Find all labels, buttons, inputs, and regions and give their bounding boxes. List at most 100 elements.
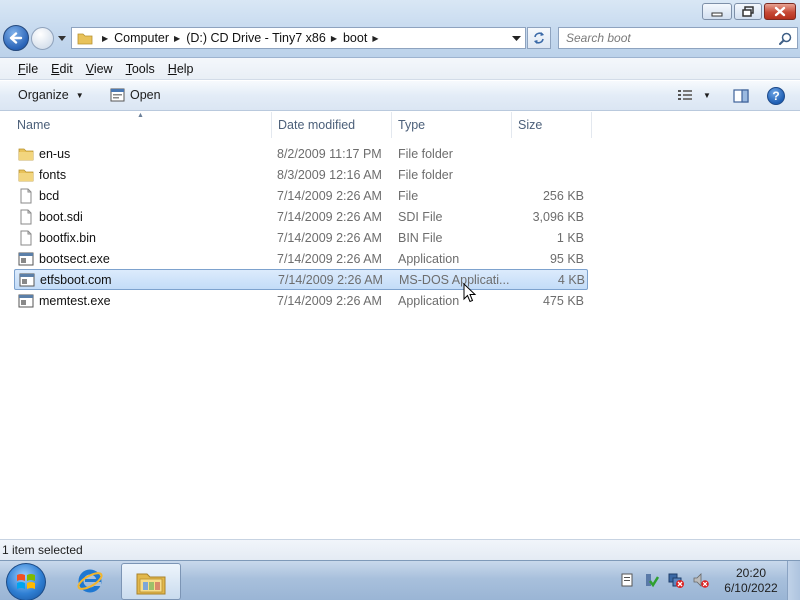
file-name: boot.sdi bbox=[39, 209, 83, 224]
file-row[interactable]: bootsect.exe 7/14/2009 2:26 AM Application… bbox=[14, 248, 588, 269]
breadcrumb-arrow-icon[interactable]: ▶ bbox=[102, 34, 108, 43]
column-header-name[interactable]: Name bbox=[10, 112, 272, 138]
breadcrumb-arrow-icon[interactable]: ▶ bbox=[331, 34, 337, 43]
organize-label: Organize bbox=[18, 88, 69, 102]
internet-explorer-icon bbox=[77, 569, 103, 593]
file-type-cell: MS-DOS Applicati... bbox=[399, 272, 510, 287]
folder-icon bbox=[77, 33, 93, 44]
menu-view[interactable]: View bbox=[86, 62, 113, 76]
file-row[interactable]: boot.sdi 7/14/2009 2:26 AM SDI File 3,096 K… bbox=[14, 206, 588, 227]
minimize-icon bbox=[711, 12, 723, 16]
help-button[interactable]: ? bbox=[767, 87, 785, 105]
show-desktop-button[interactable] bbox=[787, 561, 800, 600]
status-bar: 1 item selected bbox=[0, 539, 800, 560]
address-dropdown-icon[interactable] bbox=[512, 36, 521, 42]
menu-tools[interactable]: Tools bbox=[126, 62, 155, 76]
change-view-button[interactable]: ▼ bbox=[677, 89, 711, 101]
details-view-icon bbox=[678, 90, 692, 100]
restore-icon bbox=[742, 6, 754, 17]
start-button[interactable] bbox=[6, 563, 46, 600]
maximize-button[interactable] bbox=[734, 3, 762, 20]
preview-pane-icon[interactable] bbox=[733, 89, 749, 103]
file-name-cell[interactable]: en-us bbox=[18, 143, 268, 164]
taskbar: 20:20 6/10/2022 bbox=[0, 560, 800, 600]
file-name-cell[interactable]: bootsect.exe bbox=[18, 248, 268, 269]
minimize-button[interactable] bbox=[702, 3, 732, 20]
windows-explorer-button[interactable] bbox=[121, 563, 181, 600]
file-name-cell[interactable]: etfsboot.com bbox=[19, 269, 269, 290]
back-arrow-icon bbox=[9, 32, 23, 44]
file-date-cell: 7/14/2009 2:26 AM bbox=[277, 251, 382, 266]
close-icon bbox=[774, 6, 786, 17]
search-icon[interactable] bbox=[779, 32, 792, 45]
refresh-button[interactable] bbox=[527, 27, 551, 49]
file-row[interactable]: en-us 8/2/2009 11:17 PM File folder bbox=[14, 143, 588, 164]
column-header-type[interactable]: Type bbox=[391, 112, 512, 138]
file-row[interactable]: etfsboot.com 7/14/2009 2:26 AM MS-DOS Appl… bbox=[14, 269, 588, 290]
folder-icon bbox=[18, 169, 34, 181]
menu-help[interactable]: Help bbox=[168, 62, 194, 76]
file-row[interactable]: memtest.exe 7/14/2009 2:26 AM Application 4… bbox=[14, 290, 588, 311]
application-icon bbox=[18, 252, 34, 265]
file-name: etfsboot.com bbox=[40, 272, 112, 287]
notes-icon[interactable] bbox=[620, 573, 634, 587]
file-name-cell[interactable]: boot.sdi bbox=[18, 206, 268, 227]
file-icon bbox=[20, 188, 32, 203]
menu-bar: File Edit View Tools Help bbox=[0, 58, 800, 80]
title-bar: ▶ Computer ▶ (D:) CD Drive - Tiny7 x86 ▶… bbox=[0, 0, 800, 58]
file-row[interactable]: bcd 7/14/2009 2:26 AM File 256 KB bbox=[14, 185, 588, 206]
help-icon: ? bbox=[772, 89, 780, 103]
search-box[interactable] bbox=[558, 27, 798, 49]
file-size-cell: 4 KB bbox=[557, 272, 585, 287]
file-icon bbox=[20, 209, 32, 224]
breadcrumb-cd-drive[interactable]: (D:) CD Drive - Tiny7 x86 bbox=[186, 31, 326, 45]
file-name: en-us bbox=[39, 146, 71, 161]
organize-button[interactable]: Organize ▼ bbox=[18, 88, 84, 102]
file-name-cell[interactable]: bootfix.bin bbox=[18, 227, 268, 248]
application-icon bbox=[18, 294, 34, 307]
file-date-cell: 8/3/2009 12:16 AM bbox=[277, 167, 382, 182]
back-button[interactable] bbox=[3, 25, 29, 51]
breadcrumb-arrow-icon[interactable]: ▶ bbox=[372, 34, 378, 43]
file-row[interactable]: fonts 8/3/2009 12:16 AM File folder bbox=[14, 164, 588, 185]
breadcrumb-boot[interactable]: boot bbox=[343, 31, 367, 45]
file-size-cell: 256 KB bbox=[542, 188, 584, 203]
file-type-cell: Application bbox=[398, 251, 460, 266]
status-text: 1 item selected bbox=[2, 543, 83, 557]
column-header-size[interactable]: Size bbox=[511, 112, 592, 138]
file-name: bootfix.bin bbox=[39, 230, 96, 245]
menu-edit[interactable]: Edit bbox=[51, 62, 73, 76]
file-row[interactable]: bootfix.bin 7/14/2009 2:26 AM BIN File 1 KB bbox=[14, 227, 588, 248]
file-name-cell[interactable]: fonts bbox=[18, 164, 268, 185]
file-size-cell bbox=[514, 143, 584, 164]
mouse-cursor-icon bbox=[463, 283, 477, 303]
file-name: memtest.exe bbox=[39, 293, 111, 308]
clock[interactable]: 20:20 6/10/2022 bbox=[718, 566, 784, 596]
file-name-cell[interactable]: bcd bbox=[18, 185, 268, 206]
file-name-cell[interactable]: memtest.exe bbox=[18, 290, 268, 311]
file-date-cell: 7/14/2009 2:26 AM bbox=[277, 209, 382, 224]
open-button[interactable]: Open bbox=[110, 87, 161, 102]
volume-muted-icon[interactable] bbox=[693, 572, 709, 588]
file-type-cell: Application bbox=[398, 293, 460, 308]
breadcrumb-arrow-icon[interactable]: ▶ bbox=[174, 34, 180, 43]
file-date-cell: 7/14/2009 2:26 AM bbox=[277, 188, 382, 203]
menu-file[interactable]: File bbox=[18, 62, 38, 76]
recent-pages-dropdown-icon[interactable] bbox=[57, 33, 67, 43]
address-bar[interactable]: ▶ Computer ▶ (D:) CD Drive - Tiny7 x86 ▶… bbox=[71, 27, 526, 49]
network-error-icon[interactable] bbox=[668, 572, 684, 588]
chevron-down-icon: ▼ bbox=[703, 90, 711, 100]
folder-library-icon bbox=[136, 573, 166, 594]
internet-explorer-button[interactable] bbox=[70, 564, 110, 598]
forward-button[interactable] bbox=[31, 27, 54, 50]
file-size-cell bbox=[514, 164, 584, 185]
clock-date: 6/10/2022 bbox=[724, 581, 778, 595]
folder-icon bbox=[18, 148, 34, 160]
close-button[interactable] bbox=[764, 3, 796, 20]
column-header-date-modified[interactable]: Date modified bbox=[271, 112, 392, 138]
search-input[interactable] bbox=[559, 31, 769, 45]
clock-time: 20:20 bbox=[735, 566, 767, 580]
action-center-icon[interactable] bbox=[643, 572, 659, 588]
command-bar: Organize ▼ Open ▼ ? bbox=[0, 81, 800, 111]
breadcrumb-computer[interactable]: Computer bbox=[114, 31, 169, 45]
